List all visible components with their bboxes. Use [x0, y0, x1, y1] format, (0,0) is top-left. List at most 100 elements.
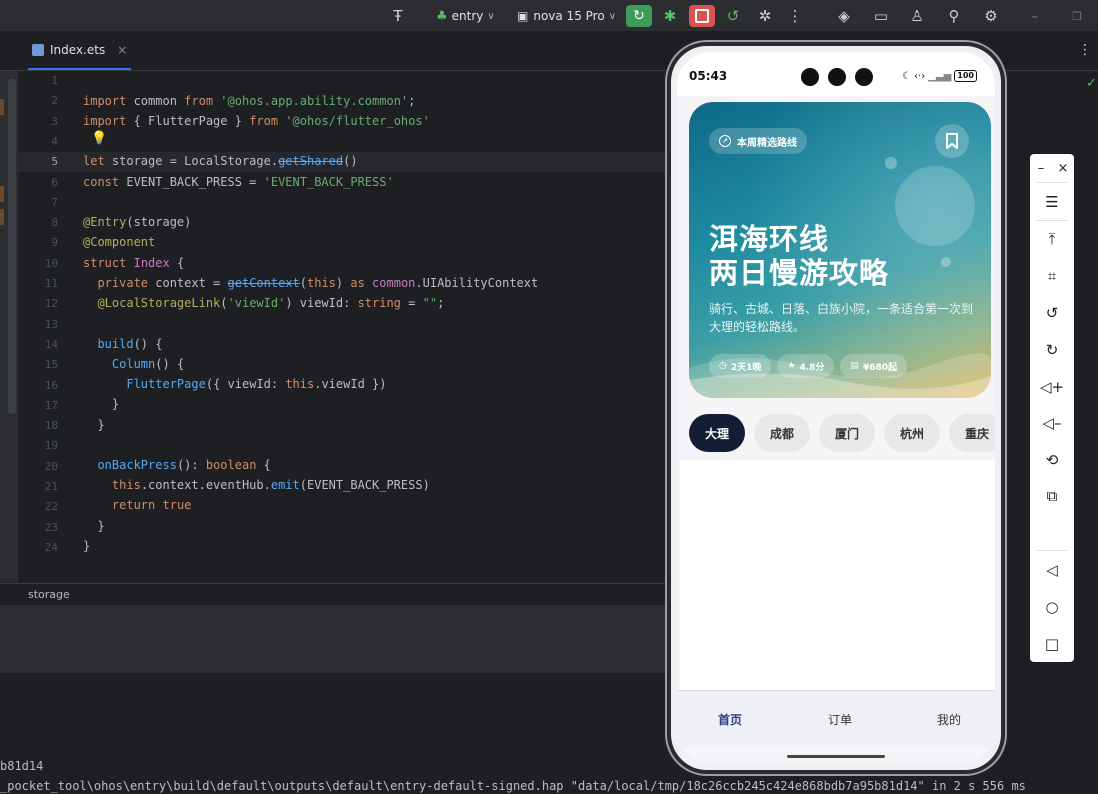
- code-line-3: import { FlutterPage } from '@ohos/flutt…: [83, 114, 430, 128]
- recents-icon[interactable]: □: [1040, 632, 1064, 656]
- tab-profile[interactable]: 我的: [937, 711, 961, 728]
- volume-down-icon[interactable]: ◁–: [1040, 411, 1064, 435]
- restore-icon[interactable]: ❐: [1066, 5, 1088, 27]
- multi-device-icon[interactable]: ⧉: [1040, 484, 1064, 508]
- device-manager-icon[interactable]: ▭: [870, 5, 892, 27]
- attach-debugger-icon[interactable]: ✲: [754, 5, 776, 27]
- search-icon[interactable]: ⚲: [943, 5, 965, 27]
- code-line-10: struct Index {: [83, 256, 185, 270]
- compass-icon: ↗: [719, 135, 731, 147]
- module-selector[interactable]: ♣ entry ∨: [436, 5, 495, 27]
- network-icon: ‹·›: [914, 70, 926, 82]
- code-line-2: import common from '@ohos.app.ability.co…: [83, 94, 416, 108]
- code-line-21: this.context.eventHub.emit(EVENT_BACK_PR…: [111, 478, 430, 492]
- rerun-icon: ↻: [633, 8, 645, 24]
- left-tool-strip: [0, 71, 18, 582]
- debug-icon[interactable]: ✱: [659, 5, 681, 27]
- code-line-20: onBackPress(): boolean {: [97, 458, 271, 472]
- menu-icon[interactable]: ☰: [1040, 190, 1064, 214]
- minimize-icon[interactable]: –: [1029, 156, 1053, 180]
- lightbulb-icon[interactable]: 💡: [91, 131, 107, 146]
- breadcrumb[interactable]: storage: [0, 583, 668, 606]
- home-icon[interactable]: ○: [1040, 595, 1064, 619]
- scroll-indicator[interactable]: [8, 79, 16, 414]
- line-number: 14: [44, 337, 58, 351]
- hero-title-line1: 洱海环线: [709, 222, 830, 256]
- city-chip[interactable]: 杭州: [884, 414, 940, 452]
- bookmark-button[interactable]: [935, 124, 969, 158]
- moon-icon: ☾: [902, 70, 912, 82]
- code-line-15: Column() {: [111, 357, 185, 371]
- rerun-button[interactable]: ↻: [626, 5, 652, 27]
- module-label: entry: [451, 9, 484, 23]
- content-area: [680, 460, 995, 692]
- dot-decoration: [885, 157, 897, 169]
- home-indicator[interactable]: [787, 755, 885, 758]
- city-chip[interactable]: 重庆: [949, 414, 995, 452]
- line-number: 21: [44, 480, 58, 493]
- star-icon: ★: [787, 361, 796, 371]
- apply-changes-icon[interactable]: ↺: [722, 5, 744, 27]
- line-number: 5: [51, 155, 58, 169]
- more-actions-icon[interactable]: ⋮: [784, 5, 806, 27]
- divider: [1036, 182, 1068, 183]
- device-selector[interactable]: ▣ nova 15 Pro ∨: [517, 5, 616, 27]
- bottom-tab-bar: 首页 订单 我的: [677, 690, 995, 747]
- hero-title: 洱海环线 两日慢游攻略: [709, 222, 889, 290]
- code-line-16: FlutterPage({ viewId: this.viewId }): [126, 377, 387, 391]
- hero-card[interactable]: ↗ 本周精选路线 洱海环线 两日慢游攻略 骑行、古城、日落、白族小院，一条适合第…: [689, 102, 991, 398]
- line-number: 15: [44, 358, 58, 372]
- sun-decoration: [895, 166, 975, 246]
- battery-icon: 100: [954, 70, 977, 82]
- editor-more-icon[interactable]: ⋮: [1078, 42, 1092, 58]
- code-line-9: @Component: [83, 235, 156, 249]
- line-number: 19: [44, 439, 58, 453]
- phone-emulator: 05:43 ☾ ‹·› ▁▃▅ 100 ↗ 本周精选路线 洱海环线 两日慢游攻略…: [667, 42, 1005, 774]
- tab-index-ets[interactable]: Index.ets ×: [28, 32, 132, 70]
- tab-home[interactable]: 首页: [718, 711, 742, 728]
- line-number: 3: [51, 114, 58, 128]
- close-icon[interactable]: ×: [1051, 156, 1075, 180]
- code-editor[interactable]: 1 2 3 4 5 6 7 8 9 10 11 12 13 14 15 16 17 18 19 20 21 22 23 24 …: [18, 71, 668, 582]
- minimize-icon[interactable]: –: [1024, 5, 1046, 27]
- change-marker: [0, 186, 4, 202]
- rotate-right-icon[interactable]: ↻: [1040, 338, 1064, 362]
- chip-label: 本周精选路线: [737, 137, 797, 149]
- dot-decoration: [941, 257, 951, 267]
- line-number: 12: [44, 297, 58, 311]
- code-line-11: private context = getContext(this) as co…: [97, 276, 539, 290]
- line-number: 13: [44, 317, 58, 331]
- line-number: 24: [44, 540, 58, 554]
- account-icon[interactable]: ♙: [906, 5, 928, 27]
- line-number: 16: [44, 378, 58, 392]
- text-format-icon[interactable]: Ŧ: [387, 5, 409, 27]
- city-chip[interactable]: 成都: [754, 414, 810, 452]
- camera-cutout: [828, 68, 846, 86]
- divider: [1036, 220, 1068, 221]
- line-number: 1: [51, 74, 58, 87]
- code-line-18: }: [83, 418, 105, 432]
- back-icon[interactable]: ◁: [1040, 558, 1064, 582]
- city-chip[interactable]: 大理: [689, 414, 745, 452]
- stop-button[interactable]: [689, 5, 715, 27]
- profiler-icon[interactable]: ◈: [833, 5, 855, 27]
- change-marker: [0, 209, 4, 225]
- volume-up-icon[interactable]: ◁+: [1040, 375, 1064, 399]
- close-icon[interactable]: ×: [117, 43, 127, 57]
- pin-top-icon[interactable]: ⤒: [1040, 227, 1064, 251]
- phone-screen[interactable]: 05:43 ☾ ‹·› ▁▃▅ 100 ↗ 本周精选路线 洱海环线 两日慢游攻略…: [677, 52, 995, 764]
- duration-stat: ◷ 2天1晚: [709, 354, 772, 378]
- screen-rotate-icon[interactable]: ⟲: [1040, 448, 1064, 472]
- crop-icon[interactable]: ⌗: [1040, 264, 1064, 288]
- stop-icon: [695, 9, 709, 23]
- device-icon: ▣: [517, 9, 529, 23]
- console-line: _pocket_tool\ohos\entry\build\default\ou…: [0, 779, 1026, 793]
- city-chip[interactable]: 厦门: [819, 414, 875, 452]
- rotate-left-icon[interactable]: ↺: [1040, 301, 1064, 325]
- line-number: 22: [44, 500, 58, 514]
- gear-icon[interactable]: ⚙: [980, 5, 1002, 27]
- line-number: 20: [44, 459, 58, 473]
- code-line-12: @LocalStorageLink('viewId') viewId: stri…: [97, 296, 445, 310]
- change-marker: [0, 99, 4, 115]
- tab-orders[interactable]: 订单: [828, 711, 852, 728]
